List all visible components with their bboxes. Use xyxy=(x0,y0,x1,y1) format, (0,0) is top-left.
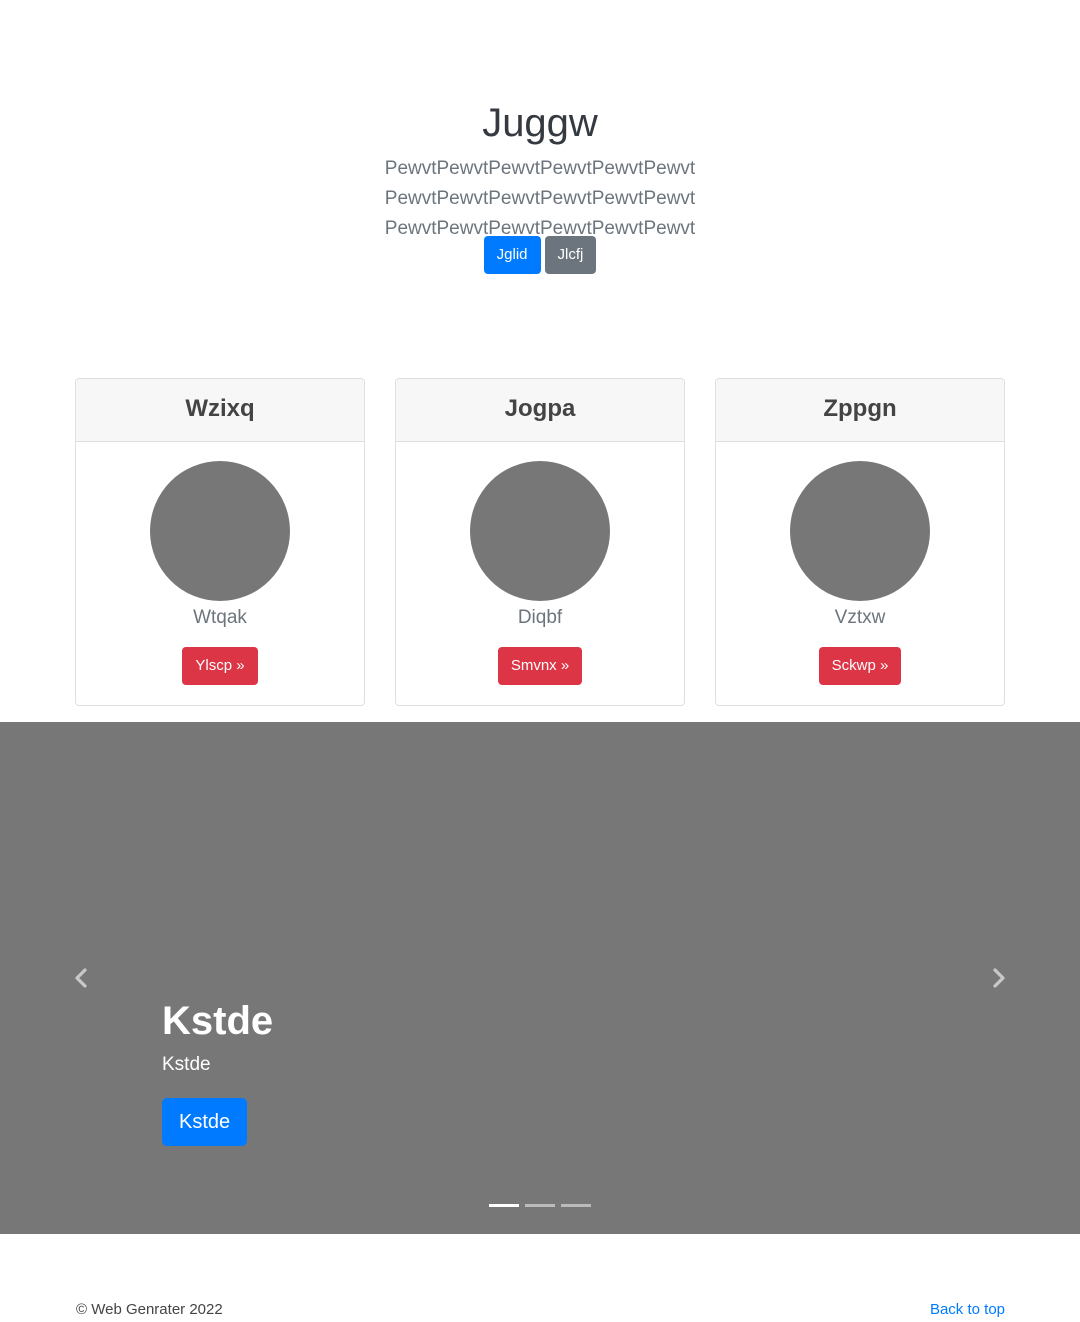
hero-primary-button[interactable]: Jglid xyxy=(483,236,541,274)
card-name: Wtqak xyxy=(193,607,247,628)
carousel-caption-text: Kstde xyxy=(162,1054,211,1075)
hero-title: Juggw xyxy=(482,101,598,145)
card-name: Diqbf xyxy=(517,607,563,628)
carousel-caption-button[interactable]: Kstde xyxy=(162,1098,248,1146)
hero-secondary-button[interactable]: Jlcfj xyxy=(544,236,597,274)
carousel-prev-button[interactable] xyxy=(70,966,94,990)
carousel-next-button[interactable] xyxy=(986,966,1010,990)
card-header: Wzixq xyxy=(76,379,364,442)
hero-lead-text: PewvtPewvtPewvtPewvtPewvtPewvt PewvtPewv… xyxy=(384,158,696,239)
card-3: Zppgn Vztxw Sckwp » xyxy=(715,378,1005,706)
chevron-left-icon xyxy=(75,968,87,988)
avatar-placeholder xyxy=(150,461,290,601)
carousel-indicators xyxy=(0,1204,1080,1207)
hero-button-group: Jglid Jlcfj xyxy=(0,236,1080,274)
card-1: Wzixq Wtqak Ylscp » xyxy=(75,378,365,706)
avatar-placeholder xyxy=(470,461,610,601)
card-header: Zppgn xyxy=(716,379,1004,442)
card-action-button[interactable]: Smvnx » xyxy=(497,647,583,685)
carousel-caption-title: Kstde xyxy=(162,999,274,1043)
card-name: Vztxw xyxy=(834,607,886,628)
carousel-indicator[interactable] xyxy=(525,1204,555,1207)
chevron-right-icon xyxy=(993,968,1005,988)
card-action-button[interactable]: Ylscp » xyxy=(182,647,258,685)
carousel: Kstde Kstde Kstde xyxy=(0,722,1080,1234)
avatar-placeholder xyxy=(790,461,930,601)
footer-copyright: © Web Genrater 2022 xyxy=(76,1301,223,1318)
carousel-indicator[interactable] xyxy=(489,1204,519,1207)
card-action-button[interactable]: Sckwp » xyxy=(818,647,902,685)
card-header: Jogpa xyxy=(396,379,684,442)
carousel-indicator[interactable] xyxy=(561,1204,591,1207)
hero-section: Juggw PewvtPewvtPewvtPewvtPewvtPewvt Pew… xyxy=(0,0,1080,378)
card-2: Jogpa Diqbf Smvnx » xyxy=(395,378,685,706)
back-to-top-link[interactable]: Back to top xyxy=(930,1300,1005,1320)
